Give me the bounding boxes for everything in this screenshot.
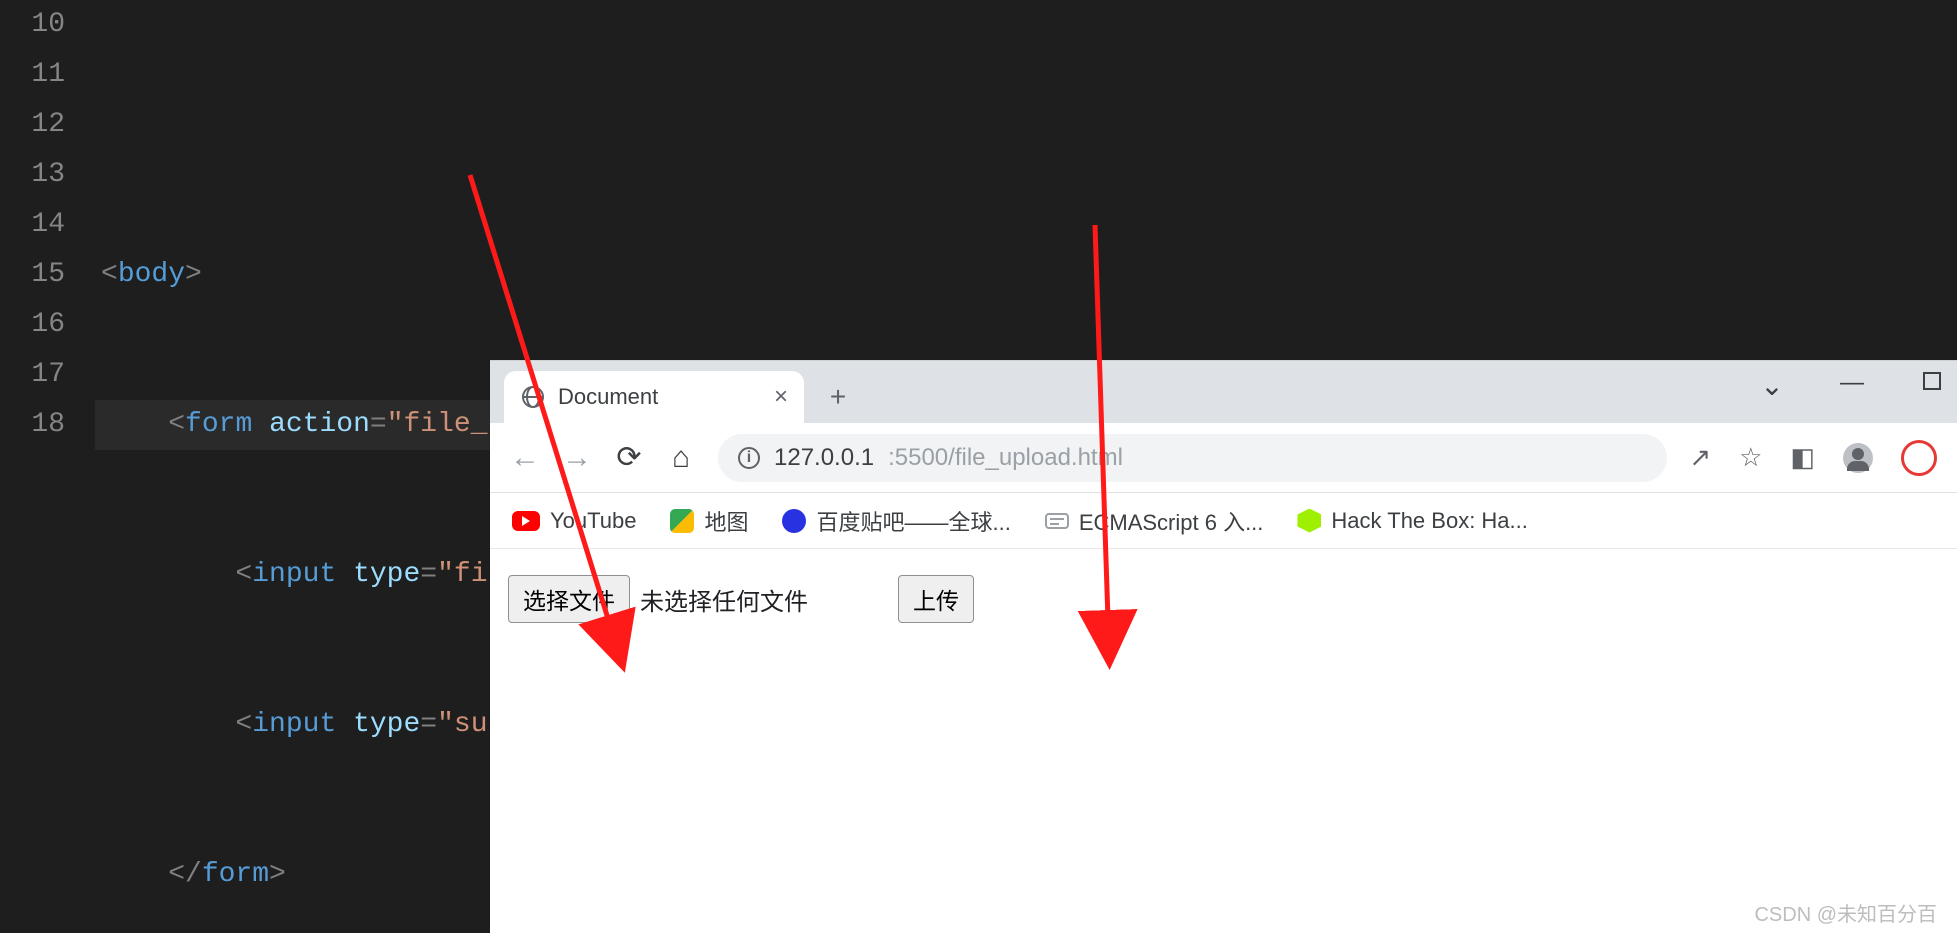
window-controls: ⌄ — xyxy=(1757,369,1947,402)
extension-icon[interactable] xyxy=(1901,440,1937,476)
file-input-widget[interactable]: 选择文件 未选择任何文件 xyxy=(508,575,808,623)
bookmarks-bar: YouTube 地图 百度贴吧——全球... ECMAScript 6 入...… xyxy=(490,493,1957,549)
line-number: 16 xyxy=(0,300,65,350)
line-number: 11 xyxy=(0,50,65,100)
line-number: 10 xyxy=(0,0,65,50)
browser-window: Document × + ⌄ — ← → ⟳ ⌂ i 127.0.0.1 :550… xyxy=(490,360,1957,933)
line-number-gutter: 10 11 12 13 14 15 16 17 18 xyxy=(0,0,95,933)
choose-file-button[interactable]: 选择文件 xyxy=(508,575,630,623)
url-host: 127.0.0.1 xyxy=(774,444,874,472)
share-icon[interactable]: ↗ xyxy=(1689,442,1711,473)
baidu-icon xyxy=(782,509,806,533)
new-tab-button[interactable]: + xyxy=(818,377,858,417)
line-number: 18 xyxy=(0,400,65,450)
line-number: 13 xyxy=(0,150,65,200)
watermark-text: CSDN @未知百分百 xyxy=(1754,898,1937,927)
bookmark-maps[interactable]: 地图 xyxy=(670,505,748,537)
tab-strip: Document × + ⌄ — xyxy=(490,361,1957,423)
browser-toolbar: ← → ⟳ ⌂ i 127.0.0.1 :5500/file_upload.htm… xyxy=(490,423,1957,493)
line-number: 17 xyxy=(0,350,65,400)
no-file-selected-text: 未选择任何文件 xyxy=(640,582,808,617)
toolbar-right-icons: ↗ ☆ ◧ xyxy=(1689,440,1937,476)
globe-icon xyxy=(522,386,544,408)
tab-search-icon[interactable]: ⌄ xyxy=(1757,369,1787,402)
bookmark-label: 地图 xyxy=(704,505,748,537)
profile-avatar-icon[interactable] xyxy=(1843,443,1873,473)
bookmark-ecmascript[interactable]: ECMAScript 6 入... xyxy=(1045,505,1264,537)
reload-button[interactable]: ⟳ xyxy=(614,440,644,475)
bookmark-baidu[interactable]: 百度贴吧——全球... xyxy=(782,505,1010,537)
code-line: <body> xyxy=(95,250,1957,300)
address-bar[interactable]: i 127.0.0.1 :5500/file_upload.html xyxy=(718,434,1667,482)
home-button[interactable]: ⌂ xyxy=(666,441,696,475)
bookmark-youtube[interactable]: YouTube xyxy=(512,508,636,534)
forward-button[interactable]: → xyxy=(562,441,592,475)
maps-icon xyxy=(670,509,694,533)
code-line xyxy=(95,100,1957,150)
doc-icon xyxy=(1045,513,1069,529)
site-info-icon[interactable]: i xyxy=(738,447,760,469)
line-number: 12 xyxy=(0,100,65,150)
hackthebox-icon xyxy=(1297,509,1321,533)
line-number: 15 xyxy=(0,250,65,300)
upload-form: 选择文件 未选择任何文件 上传 xyxy=(508,575,1939,623)
bookmark-label: 百度贴吧——全球... xyxy=(816,505,1010,537)
maximize-button[interactable] xyxy=(1917,369,1947,402)
line-number: 14 xyxy=(0,200,65,250)
bookmark-label: ECMAScript 6 入... xyxy=(1079,505,1264,537)
url-path: :5500/file_upload.html xyxy=(888,444,1123,472)
bookmark-star-icon[interactable]: ☆ xyxy=(1739,442,1762,473)
back-button[interactable]: ← xyxy=(510,441,540,475)
bookmark-hackthebox[interactable]: Hack The Box: Ha... xyxy=(1297,508,1527,534)
youtube-icon xyxy=(512,511,540,531)
bookmark-label: Hack The Box: Ha... xyxy=(1331,508,1527,534)
submit-button[interactable]: 上传 xyxy=(898,575,974,623)
tab-title: Document xyxy=(558,384,658,410)
close-tab-icon[interactable]: × xyxy=(774,383,788,411)
reading-list-icon[interactable]: ◧ xyxy=(1790,442,1815,473)
browser-tab[interactable]: Document × xyxy=(504,371,804,423)
minimize-button[interactable]: — xyxy=(1837,369,1867,402)
bookmark-label: YouTube xyxy=(550,508,636,534)
rendered-page: 选择文件 未选择任何文件 上传 xyxy=(490,549,1957,649)
